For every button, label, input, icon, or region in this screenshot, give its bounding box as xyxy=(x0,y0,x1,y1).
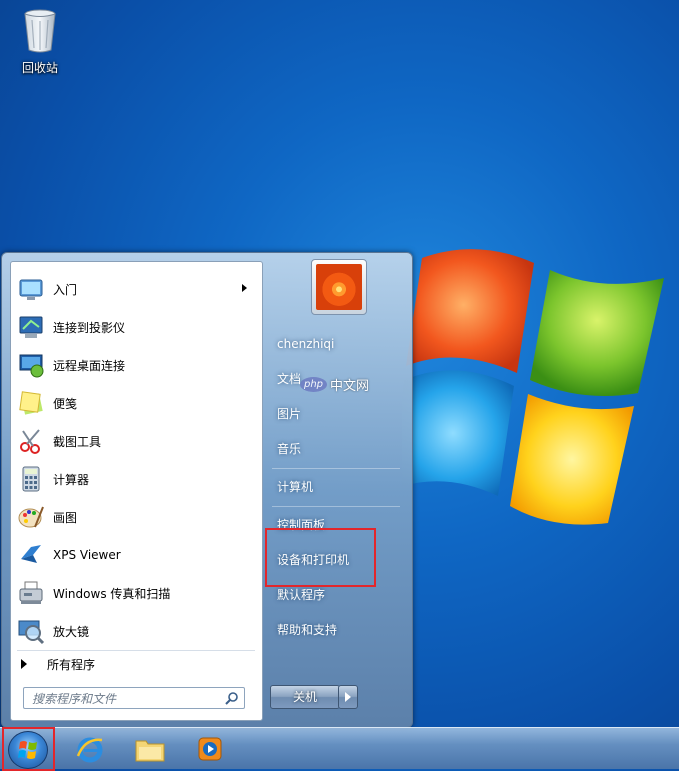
all-programs-arrow-icon xyxy=(21,659,27,669)
watermark-text: 中文网 xyxy=(330,379,370,394)
menu-help-support[interactable]: 帮助和支持 xyxy=(277,620,337,640)
program-label: 计算器 xyxy=(53,472,90,487)
php-watermark: php 中文网 xyxy=(300,375,369,394)
taskbar-media-player[interactable] xyxy=(182,730,238,768)
start-menu-programs-pane: 入门 连接到投影仪 远程桌面连接 便笺 截图工具 计算器 画图 XPS View… xyxy=(10,261,263,721)
recycle-bin-label: 回收站 xyxy=(21,61,58,75)
projector-icon xyxy=(15,311,47,343)
submenu-arrow-icon[interactable] xyxy=(242,284,247,292)
fax-scan-icon xyxy=(15,577,47,609)
shutdown-button[interactable]: 关机 xyxy=(270,685,340,709)
program-label: 画图 xyxy=(53,510,78,525)
media-player-icon xyxy=(198,737,222,761)
getting-started-icon xyxy=(15,273,47,305)
recycle-bin-icon xyxy=(24,9,56,53)
program-label: 截图工具 xyxy=(53,434,102,449)
program-fax-scan[interactable]: Windows 传真和扫描 xyxy=(15,576,255,610)
paint-icon xyxy=(15,501,47,533)
shutdown-options-button[interactable] xyxy=(338,685,358,709)
internet-explorer-icon xyxy=(76,737,103,763)
xps-viewer-icon xyxy=(15,539,47,571)
program-label: XPS Viewer xyxy=(53,548,121,562)
calculator-icon xyxy=(15,463,47,495)
search-input[interactable]: 搜索程序和文件 xyxy=(23,687,245,709)
watermark-php: php xyxy=(300,377,328,392)
user-avatar[interactable] xyxy=(311,259,367,315)
program-xps-viewer[interactable]: XPS Viewer xyxy=(15,538,255,572)
start-menu: 入门 连接到投影仪 远程桌面连接 便笺 截图工具 计算器 画图 XPS View… xyxy=(1,252,413,728)
program-getting-started[interactable]: 入门 xyxy=(15,272,255,306)
sticky-notes-icon xyxy=(15,387,47,419)
program-paint[interactable]: 画图 xyxy=(15,500,255,534)
chevron-right-icon xyxy=(345,692,351,702)
places-separator xyxy=(272,468,400,469)
program-remote-desktop[interactable]: 远程桌面连接 xyxy=(15,348,255,382)
menu-computer[interactable]: 计算机 xyxy=(277,477,313,497)
windows-logo-wallpaper xyxy=(402,249,664,525)
menu-default-programs[interactable]: 默认程序 xyxy=(277,585,325,605)
start-menu-places-pane: chenzhiqi 文档 图片 音乐 计算机 控制面板 设备和打印机 默认程序 … xyxy=(264,253,412,727)
highlight-start-button xyxy=(2,727,55,771)
search-placeholder: 搜索程序和文件 xyxy=(32,692,117,706)
program-magnifier[interactable]: 放大镜 xyxy=(15,614,255,648)
places-separator xyxy=(272,506,400,507)
highlight-devices-printers xyxy=(265,528,376,587)
menu-user-folder[interactable]: chenzhiqi xyxy=(277,334,334,354)
program-label: 放大镜 xyxy=(53,624,90,639)
remote-desktop-icon xyxy=(15,349,47,381)
taskbar-file-explorer[interactable] xyxy=(122,730,178,768)
all-programs-button[interactable]: 所有程序 xyxy=(21,654,251,674)
program-label: Windows 传真和扫描 xyxy=(53,586,171,601)
menu-music[interactable]: 音乐 xyxy=(277,439,301,459)
flower-picture xyxy=(316,264,362,310)
program-snipping-tool[interactable]: 截图工具 xyxy=(15,424,255,458)
program-calculator[interactable]: 计算器 xyxy=(15,462,255,496)
menu-documents[interactable]: 文档 xyxy=(277,369,301,389)
program-sticky-notes[interactable]: 便笺 xyxy=(15,386,255,420)
program-connect-projector[interactable]: 连接到投影仪 xyxy=(15,310,255,344)
file-explorer-icon xyxy=(135,740,165,762)
programs-separator xyxy=(17,650,255,651)
taskbar xyxy=(0,727,679,769)
program-label: 连接到投影仪 xyxy=(53,320,126,335)
program-label: 入门 xyxy=(53,282,78,297)
snipping-tool-icon xyxy=(15,425,47,457)
program-label: 便笺 xyxy=(53,396,78,411)
magnifier-icon xyxy=(15,615,47,647)
taskbar-internet-explorer[interactable] xyxy=(62,730,118,768)
search-icon[interactable] xyxy=(225,691,239,705)
all-programs-label: 所有程序 xyxy=(47,657,96,672)
menu-pictures[interactable]: 图片 xyxy=(277,404,301,424)
recycle-bin-shortcut[interactable]: 回收站 xyxy=(12,6,68,76)
program-label: 远程桌面连接 xyxy=(53,358,126,373)
